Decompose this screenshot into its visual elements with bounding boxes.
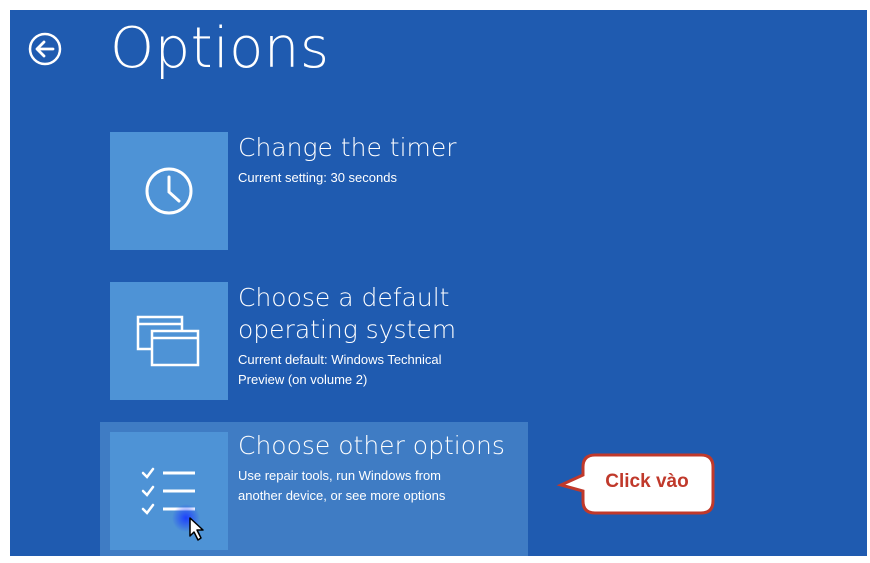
clock-icon — [145, 167, 193, 215]
recovery-options-screen: Options Change the timer Current setting… — [10, 10, 867, 556]
page-title: Options — [110, 16, 330, 81]
option-default-os[interactable]: Choose a default operating system Curren… — [100, 282, 528, 400]
option-choose-other-options[interactable]: Choose other options Use repair tools, r… — [100, 422, 528, 556]
option-change-timer[interactable]: Change the timer Current setting: 30 sec… — [100, 132, 528, 250]
option-description: Current default: Windows Technical Previ… — [238, 352, 442, 387]
option-tile — [110, 282, 228, 400]
back-arrow-icon — [28, 32, 62, 66]
windows-stack-icon — [136, 315, 200, 367]
callout-bubble: Click vào — [555, 447, 715, 521]
option-heading: Change the timer — [238, 133, 457, 162]
option-heading: Choose other options — [238, 431, 505, 460]
mouse-cursor-icon — [170, 502, 210, 542]
back-button[interactable] — [28, 32, 62, 66]
option-description: Use repair tools, run Windows from anoth… — [238, 468, 446, 503]
option-description: Current setting: 30 seconds — [238, 170, 397, 185]
option-heading: Choose a default operating system — [238, 283, 457, 344]
option-tile — [110, 432, 228, 550]
option-tile — [110, 132, 228, 250]
callout-label: Click vào — [605, 471, 689, 492]
